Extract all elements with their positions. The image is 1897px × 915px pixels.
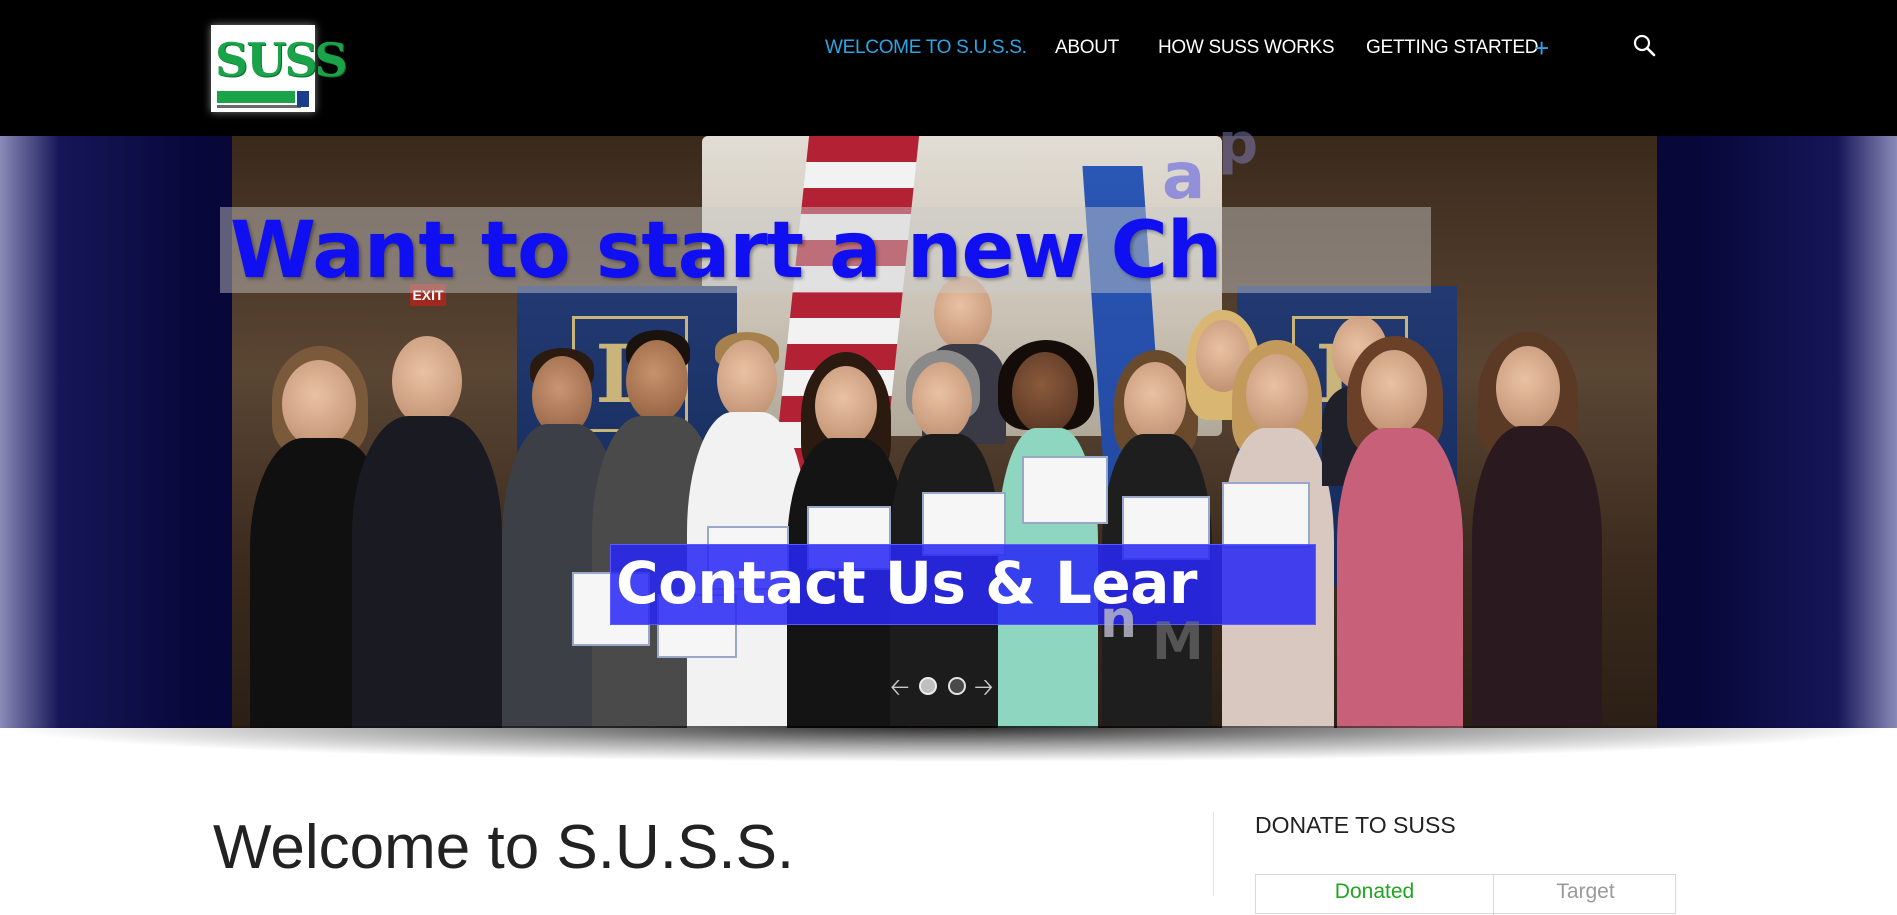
target-column-header: Target bbox=[1556, 880, 1615, 903]
slide-heading: Want to start a new Ch bbox=[230, 206, 1222, 296]
slide-heading-animating-letter: a bbox=[1162, 140, 1206, 214]
page-title: Welcome to S.U.S.S. bbox=[213, 813, 795, 882]
arrow-left-icon[interactable]: 🡠 bbox=[890, 676, 909, 700]
search-icon[interactable] bbox=[1632, 33, 1656, 57]
nav-welcome[interactable]: WELCOME TO S.U.S.S. bbox=[825, 37, 1027, 59]
nav-about[interactable]: ABOUT bbox=[1055, 37, 1119, 59]
arrow-right-icon[interactable]: 🡢 bbox=[974, 676, 993, 700]
slider-dot-1[interactable] bbox=[919, 677, 937, 695]
sidebar-divider bbox=[1213, 812, 1214, 896]
logo-subline bbox=[217, 105, 301, 108]
group-of-people bbox=[232, 276, 1657, 728]
plus-icon[interactable]: + bbox=[1534, 33, 1549, 64]
nav-how-suss-works[interactable]: HOW SUSS WORKS bbox=[1158, 37, 1335, 59]
site-logo[interactable]: SUSS bbox=[211, 25, 348, 112]
slider-shadow bbox=[0, 726, 1897, 786]
slide-cta-animating-letter: n bbox=[1100, 590, 1138, 650]
award-certificate bbox=[1022, 456, 1108, 524]
slide-cta-animating-letter: M bbox=[1152, 612, 1204, 672]
slide-heading-animating-letter: p bbox=[1218, 112, 1259, 177]
award-certificate bbox=[1222, 482, 1310, 548]
donate-progress-table: Donated Target bbox=[1255, 874, 1676, 915]
logo-tagline-strip bbox=[217, 91, 295, 103]
donated-column-header: Donated bbox=[1256, 875, 1494, 915]
logo-book-icon bbox=[297, 91, 309, 107]
slider-dot-2[interactable] bbox=[948, 677, 966, 695]
donate-widget-title: DONATE TO SUSS bbox=[1255, 812, 1456, 838]
slider-controls: 🡠 🡢 bbox=[890, 676, 1000, 702]
site-header: SUSS WELCOME TO S.U.S.S. ABOUT HOW SUSS … bbox=[0, 0, 1897, 136]
nav-getting-started[interactable]: GETTING STARTED bbox=[1366, 37, 1538, 59]
suss-logo-mark: SUSS bbox=[215, 33, 348, 87]
